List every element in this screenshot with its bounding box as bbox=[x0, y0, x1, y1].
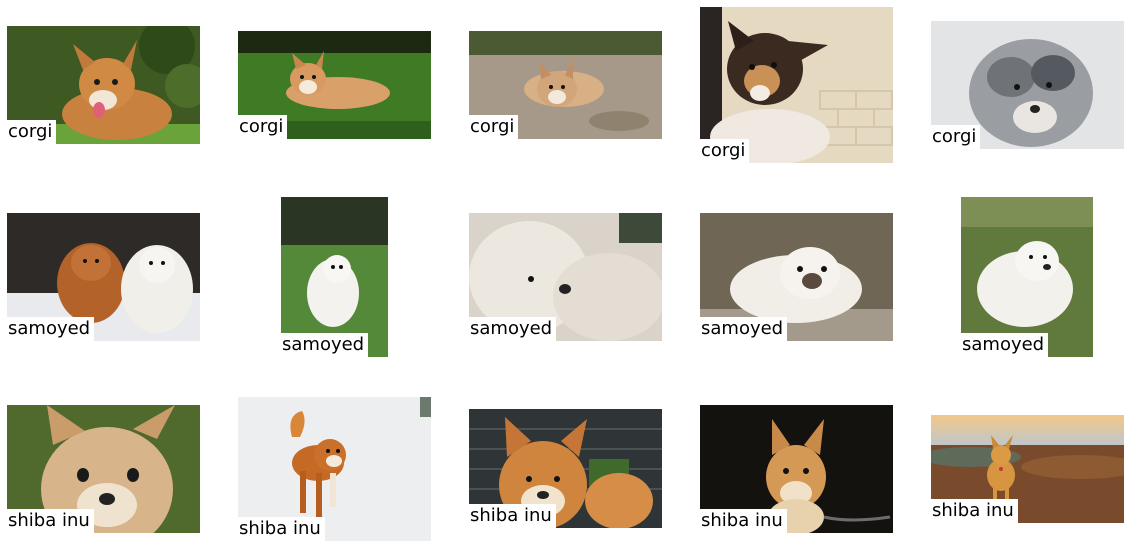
photo-corgi-1: corgi bbox=[7, 26, 200, 144]
breed-label: corgi bbox=[700, 139, 750, 163]
photo-corgi-3: corgi bbox=[469, 31, 662, 139]
breed-label: shiba inu bbox=[469, 504, 556, 528]
photo-shiba-5: shiba inu bbox=[931, 415, 1124, 523]
breed-label: shiba inu bbox=[7, 509, 94, 533]
photo-samoyed-4: samoyed bbox=[700, 213, 893, 341]
breed-label: samoyed bbox=[961, 333, 1049, 357]
photo-samoyed-1: samoyed bbox=[7, 213, 200, 341]
breed-label: corgi bbox=[238, 115, 288, 139]
photo-shiba-4: shiba inu bbox=[700, 405, 893, 533]
breed-label: samoyed bbox=[7, 317, 95, 341]
breed-label: shiba inu bbox=[238, 517, 325, 541]
breed-label: samoyed bbox=[700, 317, 788, 341]
breed-label: corgi bbox=[7, 120, 57, 144]
photo-samoyed-3: samoyed bbox=[469, 213, 662, 341]
photo-shiba-2: shiba inu bbox=[238, 397, 431, 541]
photo-samoyed-2: samoyed bbox=[281, 197, 388, 357]
photo-corgi-5: corgi bbox=[931, 21, 1124, 149]
breed-label: corgi bbox=[469, 115, 519, 139]
breed-label: shiba inu bbox=[700, 509, 787, 533]
breed-label: samoyed bbox=[469, 317, 557, 341]
breed-label: shiba inu bbox=[931, 499, 1018, 523]
photo-shiba-1: shiba inu bbox=[7, 405, 200, 533]
breed-label: corgi bbox=[931, 125, 981, 149]
photo-shiba-3: shiba inu bbox=[469, 409, 662, 528]
photo-corgi-4: corgi bbox=[700, 7, 893, 163]
photo-samoyed-5: samoyed bbox=[961, 197, 1093, 357]
breed-label: samoyed bbox=[281, 333, 369, 357]
photo-corgi-2: corgi bbox=[238, 31, 431, 139]
